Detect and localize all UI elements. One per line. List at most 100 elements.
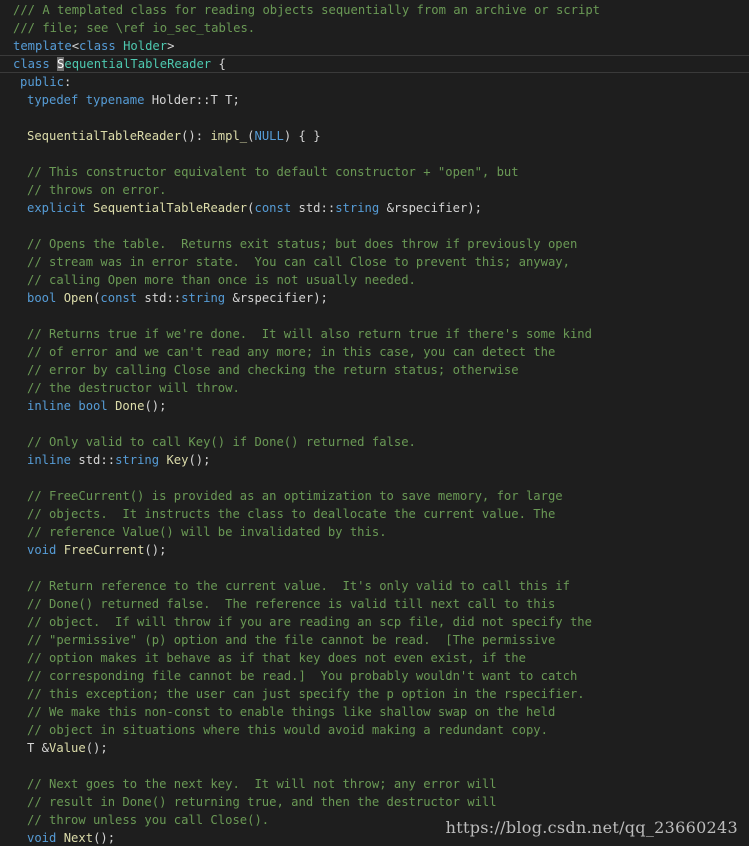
code-line[interactable]: // Only valid to call Key() if Done() re…: [0, 433, 749, 451]
code-token: // Returns true if we're done. It will a…: [27, 327, 592, 341]
code-line[interactable]: [0, 469, 749, 487]
code-token: // reference Value() will be invalidated…: [27, 525, 387, 539]
code-token: const: [100, 291, 138, 305]
code-token: Next: [63, 831, 94, 845]
code-token: typedef: [27, 93, 79, 107]
code-token: // Next goes to the next key. It will no…: [27, 777, 497, 791]
code-line[interactable]: [0, 415, 749, 433]
code-token: :: [64, 75, 72, 89]
code-token: // result in Done() returning true, and …: [27, 795, 497, 809]
code-line[interactable]: // result in Done() returning true, and …: [0, 793, 749, 811]
code-line[interactable]: // error by calling Close and checking t…: [0, 361, 749, 379]
code-token: // option makes it behave as if that key…: [27, 651, 526, 665]
code-line[interactable]: /// A templated class for reading object…: [0, 1, 749, 19]
code-line[interactable]: [0, 757, 749, 775]
code-line[interactable]: // We make this non-const to enable thin…: [0, 703, 749, 721]
code-token: // Only valid to call Key() if Done() re…: [27, 435, 416, 449]
code-token: ();: [188, 453, 211, 467]
code-token: void: [27, 543, 57, 557]
code-line[interactable]: [0, 145, 749, 163]
code-token: // stream was in error state. You can ca…: [27, 255, 570, 269]
code-token: ();: [85, 741, 108, 755]
code-line[interactable]: void FreeCurrent();: [0, 541, 749, 559]
code-line[interactable]: typedef typename Holder::T T;: [0, 91, 749, 109]
code-editor[interactable]: /// A templated class for reading object…: [0, 0, 749, 846]
code-line[interactable]: [0, 307, 749, 325]
code-line[interactable]: // throws on error.: [0, 181, 749, 199]
code-token: Done: [115, 399, 145, 413]
code-line[interactable]: // This constructor equivalent to defaul…: [0, 163, 749, 181]
code-token: // the destructor will throw.: [27, 381, 240, 395]
code-token: class: [13, 57, 50, 71]
code-line[interactable]: // calling Open more than once is not us…: [0, 271, 749, 289]
code-token: ();: [144, 399, 167, 413]
code-line[interactable]: // Next goes to the next key. It will no…: [0, 775, 749, 793]
code-line[interactable]: // Done() returned false. The reference …: [0, 595, 749, 613]
code-token: const: [254, 201, 292, 215]
code-line[interactable]: template<class Holder>: [0, 37, 749, 55]
code-token: // throws on error.: [27, 183, 167, 197]
code-line[interactable]: public:: [0, 73, 749, 91]
code-token: // "permissive" (p) option and the file …: [27, 633, 556, 647]
code-area[interactable]: /// A templated class for reading object…: [0, 1, 749, 846]
code-token: // throw unless you call Close().: [27, 813, 270, 827]
code-line[interactable]: // stream was in error state. You can ca…: [0, 253, 749, 271]
code-token: Open: [63, 291, 94, 305]
code-line[interactable]: T &Value();: [0, 739, 749, 757]
code-line[interactable]: // object. If will throw if you are read…: [0, 613, 749, 631]
code-line[interactable]: // objects. It instructs the class to de…: [0, 505, 749, 523]
code-token: // this exception; the user can just spe…: [27, 687, 585, 701]
code-token: FreeCurrent: [63, 543, 145, 557]
code-line-current[interactable]: class SequentialTableReader {: [0, 55, 749, 73]
code-line[interactable]: // "permissive" (p) option and the file …: [0, 631, 749, 649]
code-token: std::: [137, 291, 182, 305]
code-token: ) { }: [283, 129, 321, 143]
code-line[interactable]: /// file; see \ref io_sec_tables.: [0, 19, 749, 37]
code-line[interactable]: // Opens the table. Returns exit status;…: [0, 235, 749, 253]
code-token: string: [115, 453, 160, 467]
code-token: // Done() returned false. The reference …: [27, 597, 556, 611]
code-token: /// A templated class for reading object…: [13, 3, 600, 17]
code-line[interactable]: inline bool Done();: [0, 397, 749, 415]
code-line[interactable]: explicit SequentialTableReader(const std…: [0, 199, 749, 217]
code-token: ():: [181, 129, 211, 143]
code-line[interactable]: inline std::string Key();: [0, 451, 749, 469]
code-token: &rspecifier);: [379, 201, 482, 215]
code-token: impl_: [210, 129, 248, 143]
code-token: bool: [27, 291, 57, 305]
code-token: Value: [49, 741, 86, 755]
code-line[interactable]: // Returns true if we're done. It will a…: [0, 325, 749, 343]
code-token: SequentialTableReader: [93, 201, 248, 215]
code-token: inline: [27, 399, 72, 413]
code-line[interactable]: bool Open(const std::string &rspecifier)…: [0, 289, 749, 307]
code-line[interactable]: // the destructor will throw.: [0, 379, 749, 397]
code-line[interactable]: // FreeCurrent() is provided as an optim…: [0, 487, 749, 505]
code-token: // error by calling Close and checking t…: [27, 363, 519, 377]
code-line[interactable]: // of error and we can't read any more; …: [0, 343, 749, 361]
code-line[interactable]: // object in situations where this would…: [0, 721, 749, 739]
code-line[interactable]: // Return reference to the current value…: [0, 577, 749, 595]
code-token: SequentialTableReader: [27, 129, 182, 143]
code-line[interactable]: [0, 109, 749, 127]
blog-watermark: https://blog.csdn.net/qq_23660243: [445, 818, 738, 837]
code-line[interactable]: // reference Value() will be invalidated…: [0, 523, 749, 541]
code-line[interactable]: SequentialTableReader(): impl_(NULL) { }: [0, 127, 749, 145]
code-token: Holder: [123, 39, 168, 53]
code-line[interactable]: // option makes it behave as if that key…: [0, 649, 749, 667]
code-token: // Opens the table. Returns exit status;…: [27, 237, 578, 251]
code-line[interactable]: // corresponding file cannot be read.] Y…: [0, 667, 749, 685]
code-line[interactable]: [0, 217, 749, 235]
code-line[interactable]: [0, 559, 749, 577]
code-line[interactable]: // this exception; the user can just spe…: [0, 685, 749, 703]
code-token: void: [27, 831, 57, 845]
code-token: {: [211, 57, 226, 71]
code-token: // of error and we can't read any more; …: [27, 345, 556, 359]
code-token: std::: [291, 201, 336, 215]
